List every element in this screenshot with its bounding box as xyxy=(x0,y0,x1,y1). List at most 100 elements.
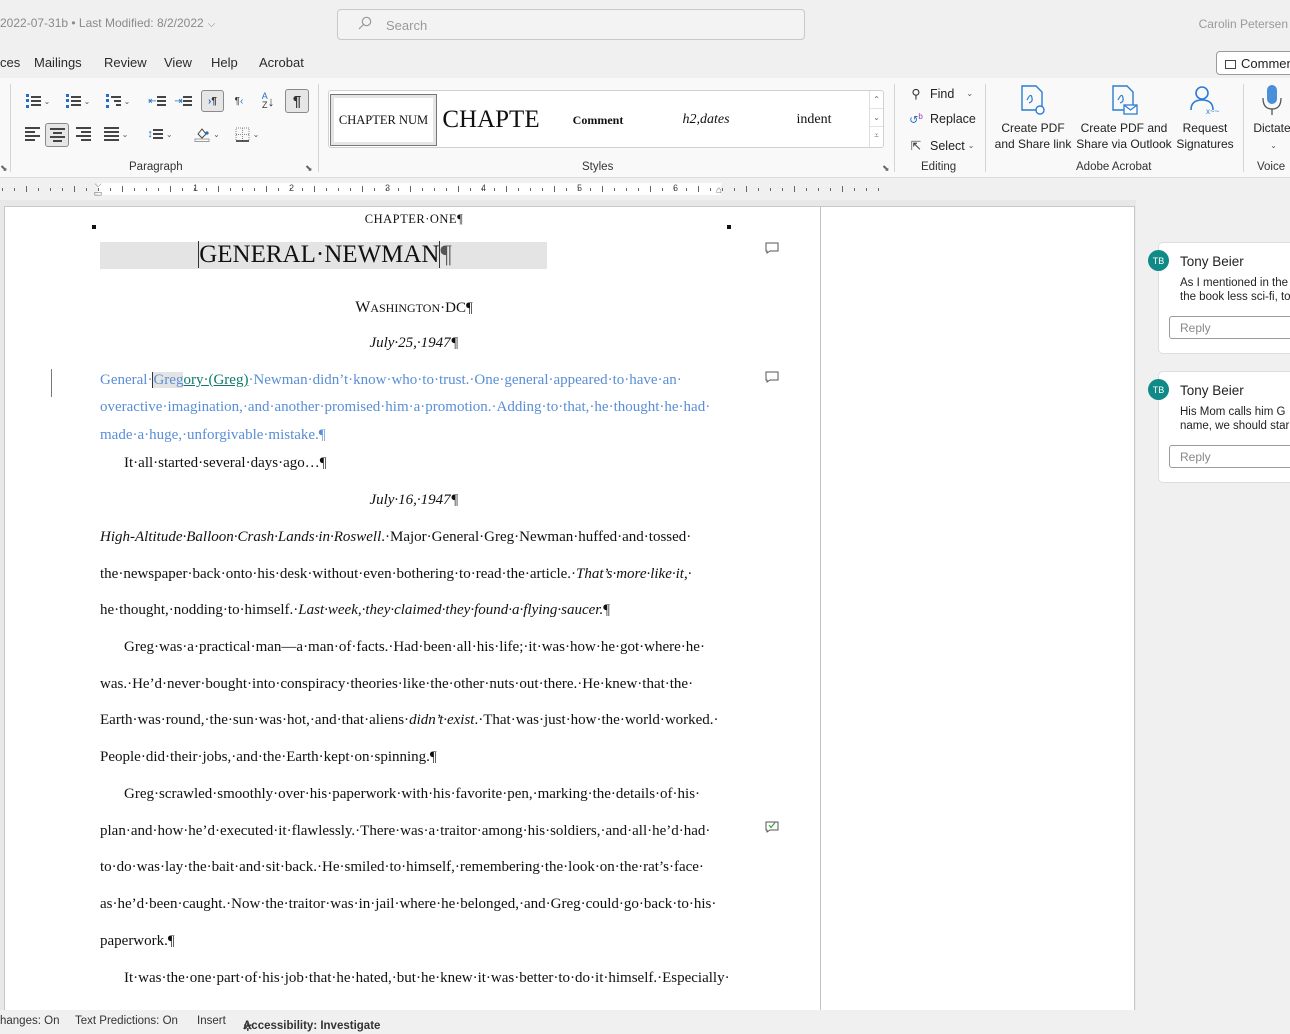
increase-indent-button[interactable]: ⇥ xyxy=(172,90,194,112)
ruler-tick xyxy=(74,186,75,192)
shading-button[interactable]: ⌄ xyxy=(190,123,224,145)
borders-button[interactable]: ⌄ xyxy=(230,123,264,145)
sort-button[interactable]: A Z ↓ xyxy=(256,90,280,112)
comments-pane: Tony Beier As I mentioned in the the book… xyxy=(1136,200,1290,1010)
styles-dialog-launcher-icon[interactable]: ⬊ xyxy=(882,163,890,174)
pdf-mail-icon xyxy=(1112,85,1138,115)
align-center-icon xyxy=(49,126,65,145)
ruler-tick xyxy=(62,188,63,191)
style-chapter-title[interactable]: CHAPTE xyxy=(439,94,543,146)
create-pdf-share-link-button[interactable]: Create PDF and Share link xyxy=(994,84,1072,152)
numbering-button[interactable]: ⌄ xyxy=(60,90,96,112)
resolved-comment-icon[interactable] xyxy=(765,821,779,833)
chapter-title[interactable]: GENERAL·NEWMAN¶ xyxy=(55,241,595,269)
style-chapter-number[interactable]: CHAPTER NUM xyxy=(330,94,437,146)
styles-scroll-up-icon[interactable]: ⌃ xyxy=(870,91,883,109)
align-right-button[interactable] xyxy=(72,123,94,145)
inserted-text: ory·(Greg) xyxy=(183,372,249,388)
ruler-tick xyxy=(758,188,759,191)
body-line[interactable]: Greg·was·a·practical·man—a·man·of·facts.… xyxy=(100,639,728,656)
body-line[interactable]: People·did·their·jobs,·and·the·Earth·kep… xyxy=(100,749,728,766)
comment-anchor-icon[interactable] xyxy=(765,371,779,383)
tab-acrobat[interactable]: Acrobat xyxy=(259,55,304,70)
revised-paragraph-line[interactable]: made·a·huge,·unforgivable·mistake.¶ xyxy=(100,427,728,444)
multilevel-list-button[interactable]: ⌄ xyxy=(100,90,136,112)
body-line[interactable]: Greg·scrawled·smoothly·over·his·paperwor… xyxy=(100,786,728,803)
find-button[interactable]: ⚲ Find ⌄ xyxy=(908,86,973,102)
revised-paragraph-line[interactable]: General·Gregory·(Greg)·Newman·didn’t·kno… xyxy=(100,372,728,389)
create-pdf-outlook-line1: Create PDF and xyxy=(1080,121,1168,135)
style-indent[interactable]: indent xyxy=(761,94,867,146)
location-heading[interactable]: WASHINGTON·DC¶ xyxy=(100,299,728,317)
body-line[interactable]: was.·He’d·never·bought·into·conspiracy·t… xyxy=(100,676,728,693)
create-pdf-share-outlook-button[interactable]: Create PDF and Share via Outlook xyxy=(1076,84,1172,152)
document-info[interactable]: 2022-07-31b • Last Modified: 8/2/2022 ⌵ xyxy=(0,16,215,30)
body-line[interactable]: he·thought,·nodding·to·himself.·Last·wee… xyxy=(100,602,728,619)
user-name[interactable]: Carolin Petersen xyxy=(1199,17,1288,31)
line-spacing-button[interactable]: ↕ ⌄ xyxy=(143,123,177,145)
date-heading-2[interactable]: July·16,·1947¶ xyxy=(100,492,728,509)
ruler-tick xyxy=(146,188,147,191)
paragraph-dialog-launcher-icon[interactable]: ⬊ xyxy=(305,163,313,174)
comment-author: Tony Beier xyxy=(1180,383,1244,398)
reply-input[interactable]: Reply xyxy=(1169,445,1290,468)
insert-mode-status[interactable]: Insert xyxy=(197,1015,226,1027)
tab-help[interactable]: Help xyxy=(211,55,238,70)
comments-button[interactable]: Comments xyxy=(1216,51,1290,75)
body-line[interactable]: to·do·was·lay·the·bait·and·sit·back.·He·… xyxy=(100,859,728,876)
left-to-right-button[interactable]: ›¶ xyxy=(201,90,224,112)
dictate-button[interactable]: Dictate ⌄ xyxy=(1250,84,1290,154)
revised-paragraph-line[interactable]: overactive·imagination,·and·another·prom… xyxy=(100,399,728,416)
body-line[interactable]: the·newspaper·back·onto·his·desk·without… xyxy=(100,566,728,583)
text-predictions-status[interactable]: Text Predictions: On xyxy=(75,1015,178,1027)
justify-icon xyxy=(103,125,119,144)
comment-card[interactable]: Tony Beier His Mom calls him G name, we s… xyxy=(1158,371,1290,483)
dialog-launcher-icon[interactable]: ⬊ xyxy=(0,163,8,174)
bullets-button[interactable]: ⌄ xyxy=(20,90,56,112)
comment-anchor-icon[interactable] xyxy=(765,242,779,254)
ruler-tick xyxy=(446,188,447,191)
tab-references[interactable]: ces xyxy=(0,55,20,70)
pdf-link-icon xyxy=(1021,85,1045,115)
styles-scroll-down-icon[interactable]: ⌄ xyxy=(870,109,883,127)
body-line[interactable]: High-Altitude·Balloon·Crash·Lands·in·Ros… xyxy=(100,529,728,546)
show-formatting-marks-button[interactable]: ¶ xyxy=(285,89,309,113)
request-signatures-button[interactable]: x~~ Request Signatures xyxy=(1174,84,1236,152)
align-left-button[interactable] xyxy=(21,123,43,145)
right-to-left-button[interactable]: ¶‹ xyxy=(228,90,250,112)
date-heading-1[interactable]: July·25,·1947¶ xyxy=(100,335,728,352)
tab-review[interactable]: Review xyxy=(104,55,147,70)
justify-button[interactable]: ⌄ xyxy=(100,123,132,145)
ruler-tick xyxy=(494,188,495,191)
ruler-tick xyxy=(218,186,219,192)
intro-paragraph[interactable]: It·all·started·several·days·ago…¶ xyxy=(100,455,728,472)
track-changes-status[interactable]: hanges: On xyxy=(0,1015,59,1027)
select-button[interactable]: ⇱ Select ⌄ xyxy=(908,138,975,154)
body-line[interactable]: It·was·the·one·part·of·his·job·that·he·h… xyxy=(100,970,730,987)
horizontal-ruler[interactable]: ⌵ ▭ ⌂ 1 2 3 4 5 6 xyxy=(0,180,1290,200)
styles-expand-icon[interactable]: ⩡ xyxy=(870,127,883,145)
replace-button[interactable]: ↺b Replace xyxy=(908,112,976,127)
document-page[interactable]: CHAPTER·ONE¶ GENERAL·NEWMAN¶ WASHINGTON·… xyxy=(4,206,1135,1017)
style-comment[interactable]: Comment xyxy=(545,94,651,146)
align-center-button[interactable] xyxy=(45,123,69,147)
decrease-indent-button[interactable]: ⇤ xyxy=(146,90,168,112)
tab-mailings[interactable]: Mailings xyxy=(34,55,82,70)
body-line[interactable]: Earth·was·round,·the·sun·was·hot,·and·th… xyxy=(100,712,728,729)
search-box[interactable]: Search xyxy=(337,9,805,40)
group-separator xyxy=(1243,84,1244,172)
align-right-icon xyxy=(75,125,91,144)
reply-input[interactable]: Reply xyxy=(1169,316,1290,339)
chapter-label[interactable]: CHAPTER·ONE¶ xyxy=(100,212,728,227)
tab-view[interactable]: View xyxy=(164,55,192,70)
body-line[interactable]: paperwork.¶ xyxy=(100,933,728,950)
chevron-down-icon: ⌵ xyxy=(207,19,216,30)
comment-card[interactable]: Tony Beier As I mentioned in the the book… xyxy=(1158,242,1290,354)
ruler-tick xyxy=(230,188,231,191)
comments-button-label: Comments xyxy=(1241,56,1290,71)
body-line[interactable]: plan·and·how·he’d·executed·it·flawlessly… xyxy=(100,823,728,840)
body-line[interactable]: as·he’d·been·caught.·Now·the·traitor·was… xyxy=(100,896,728,913)
ruler-tick xyxy=(302,188,303,191)
increase-indent-icon: ⇥ xyxy=(174,95,183,107)
style-h2-dates[interactable]: h2,dates xyxy=(653,94,759,146)
